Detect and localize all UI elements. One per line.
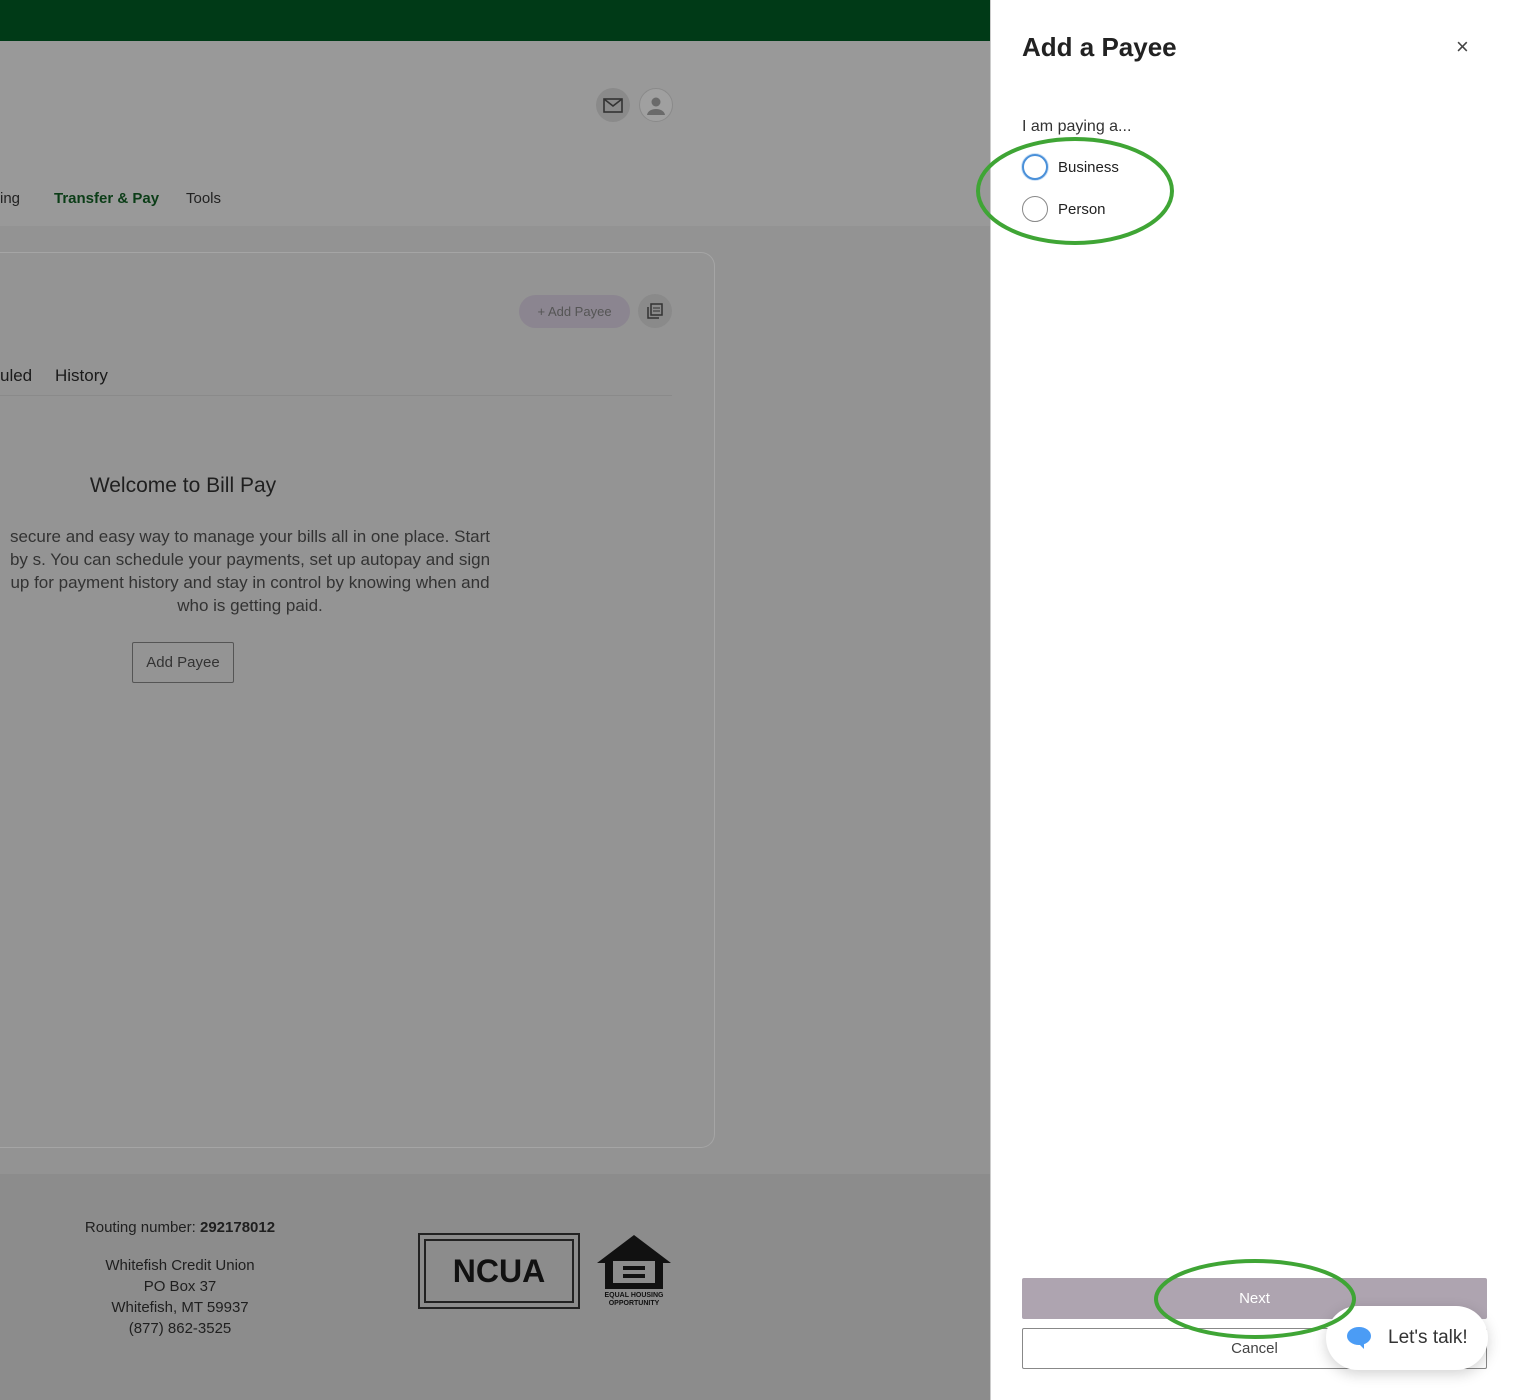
panel-title: Add a Payee: [1022, 32, 1177, 62]
add-payee-button[interactable]: Add Payee: [132, 642, 234, 683]
chat-label: Let's talk!: [1388, 1327, 1468, 1348]
phone: (877) 862-3525: [128, 1320, 232, 1337]
tab-scheduled[interactable]: uled: [0, 366, 32, 386]
address-line-1: PO Box 37: [143, 1278, 217, 1295]
mail-button[interactable]: [596, 88, 630, 122]
welcome-description: secure and easy way to manage your bills…: [9, 527, 491, 615]
radio-person-label[interactable]: Person: [1058, 201, 1106, 218]
profile-button[interactable]: [639, 88, 673, 122]
user-icon: [647, 97, 665, 115]
radio-business-label[interactable]: Business: [1058, 159, 1119, 176]
tab-divider: [0, 395, 672, 396]
chat-bubble-icon: [1347, 1327, 1371, 1349]
payee-type-label: I am paying a...: [1022, 118, 1132, 135]
bills-list-button[interactable]: [638, 294, 672, 328]
address-line-2: Whitefish, MT 59937: [111, 1299, 249, 1316]
house-icon: [597, 1235, 671, 1289]
nav-item-tools[interactable]: Tools: [186, 190, 221, 207]
chat-widget-button[interactable]: Let's talk!: [1326, 1306, 1488, 1370]
radio-person[interactable]: [1022, 196, 1048, 222]
nav-item-banking[interactable]: ing: [0, 190, 20, 207]
top-bar: [0, 0, 990, 41]
close-button[interactable]: ×: [1456, 34, 1469, 60]
routing-label: Routing number:: [84, 1219, 196, 1236]
ncua-logo: NCUA: [418, 1233, 580, 1309]
nav-item-transfer-pay[interactable]: Transfer & Pay: [54, 190, 159, 207]
cu-name: Whitefish Credit Union: [105, 1257, 255, 1274]
tab-history[interactable]: History: [55, 366, 108, 386]
mail-icon: [603, 97, 623, 113]
add-payee-pill-button[interactable]: + Add Payee: [519, 295, 630, 328]
welcome-title: Welcome to Bill Pay: [89, 474, 277, 497]
document-icon: [647, 303, 663, 319]
radio-business[interactable]: [1022, 154, 1048, 180]
routing-value: 292178012: [199, 1219, 276, 1236]
bill-pay-card: [0, 252, 715, 1148]
routing-number: Routing number: 292178012: [30, 1219, 330, 1236]
equal-housing-logo: EQUAL HOUSING OPPORTUNITY: [595, 1233, 673, 1308]
